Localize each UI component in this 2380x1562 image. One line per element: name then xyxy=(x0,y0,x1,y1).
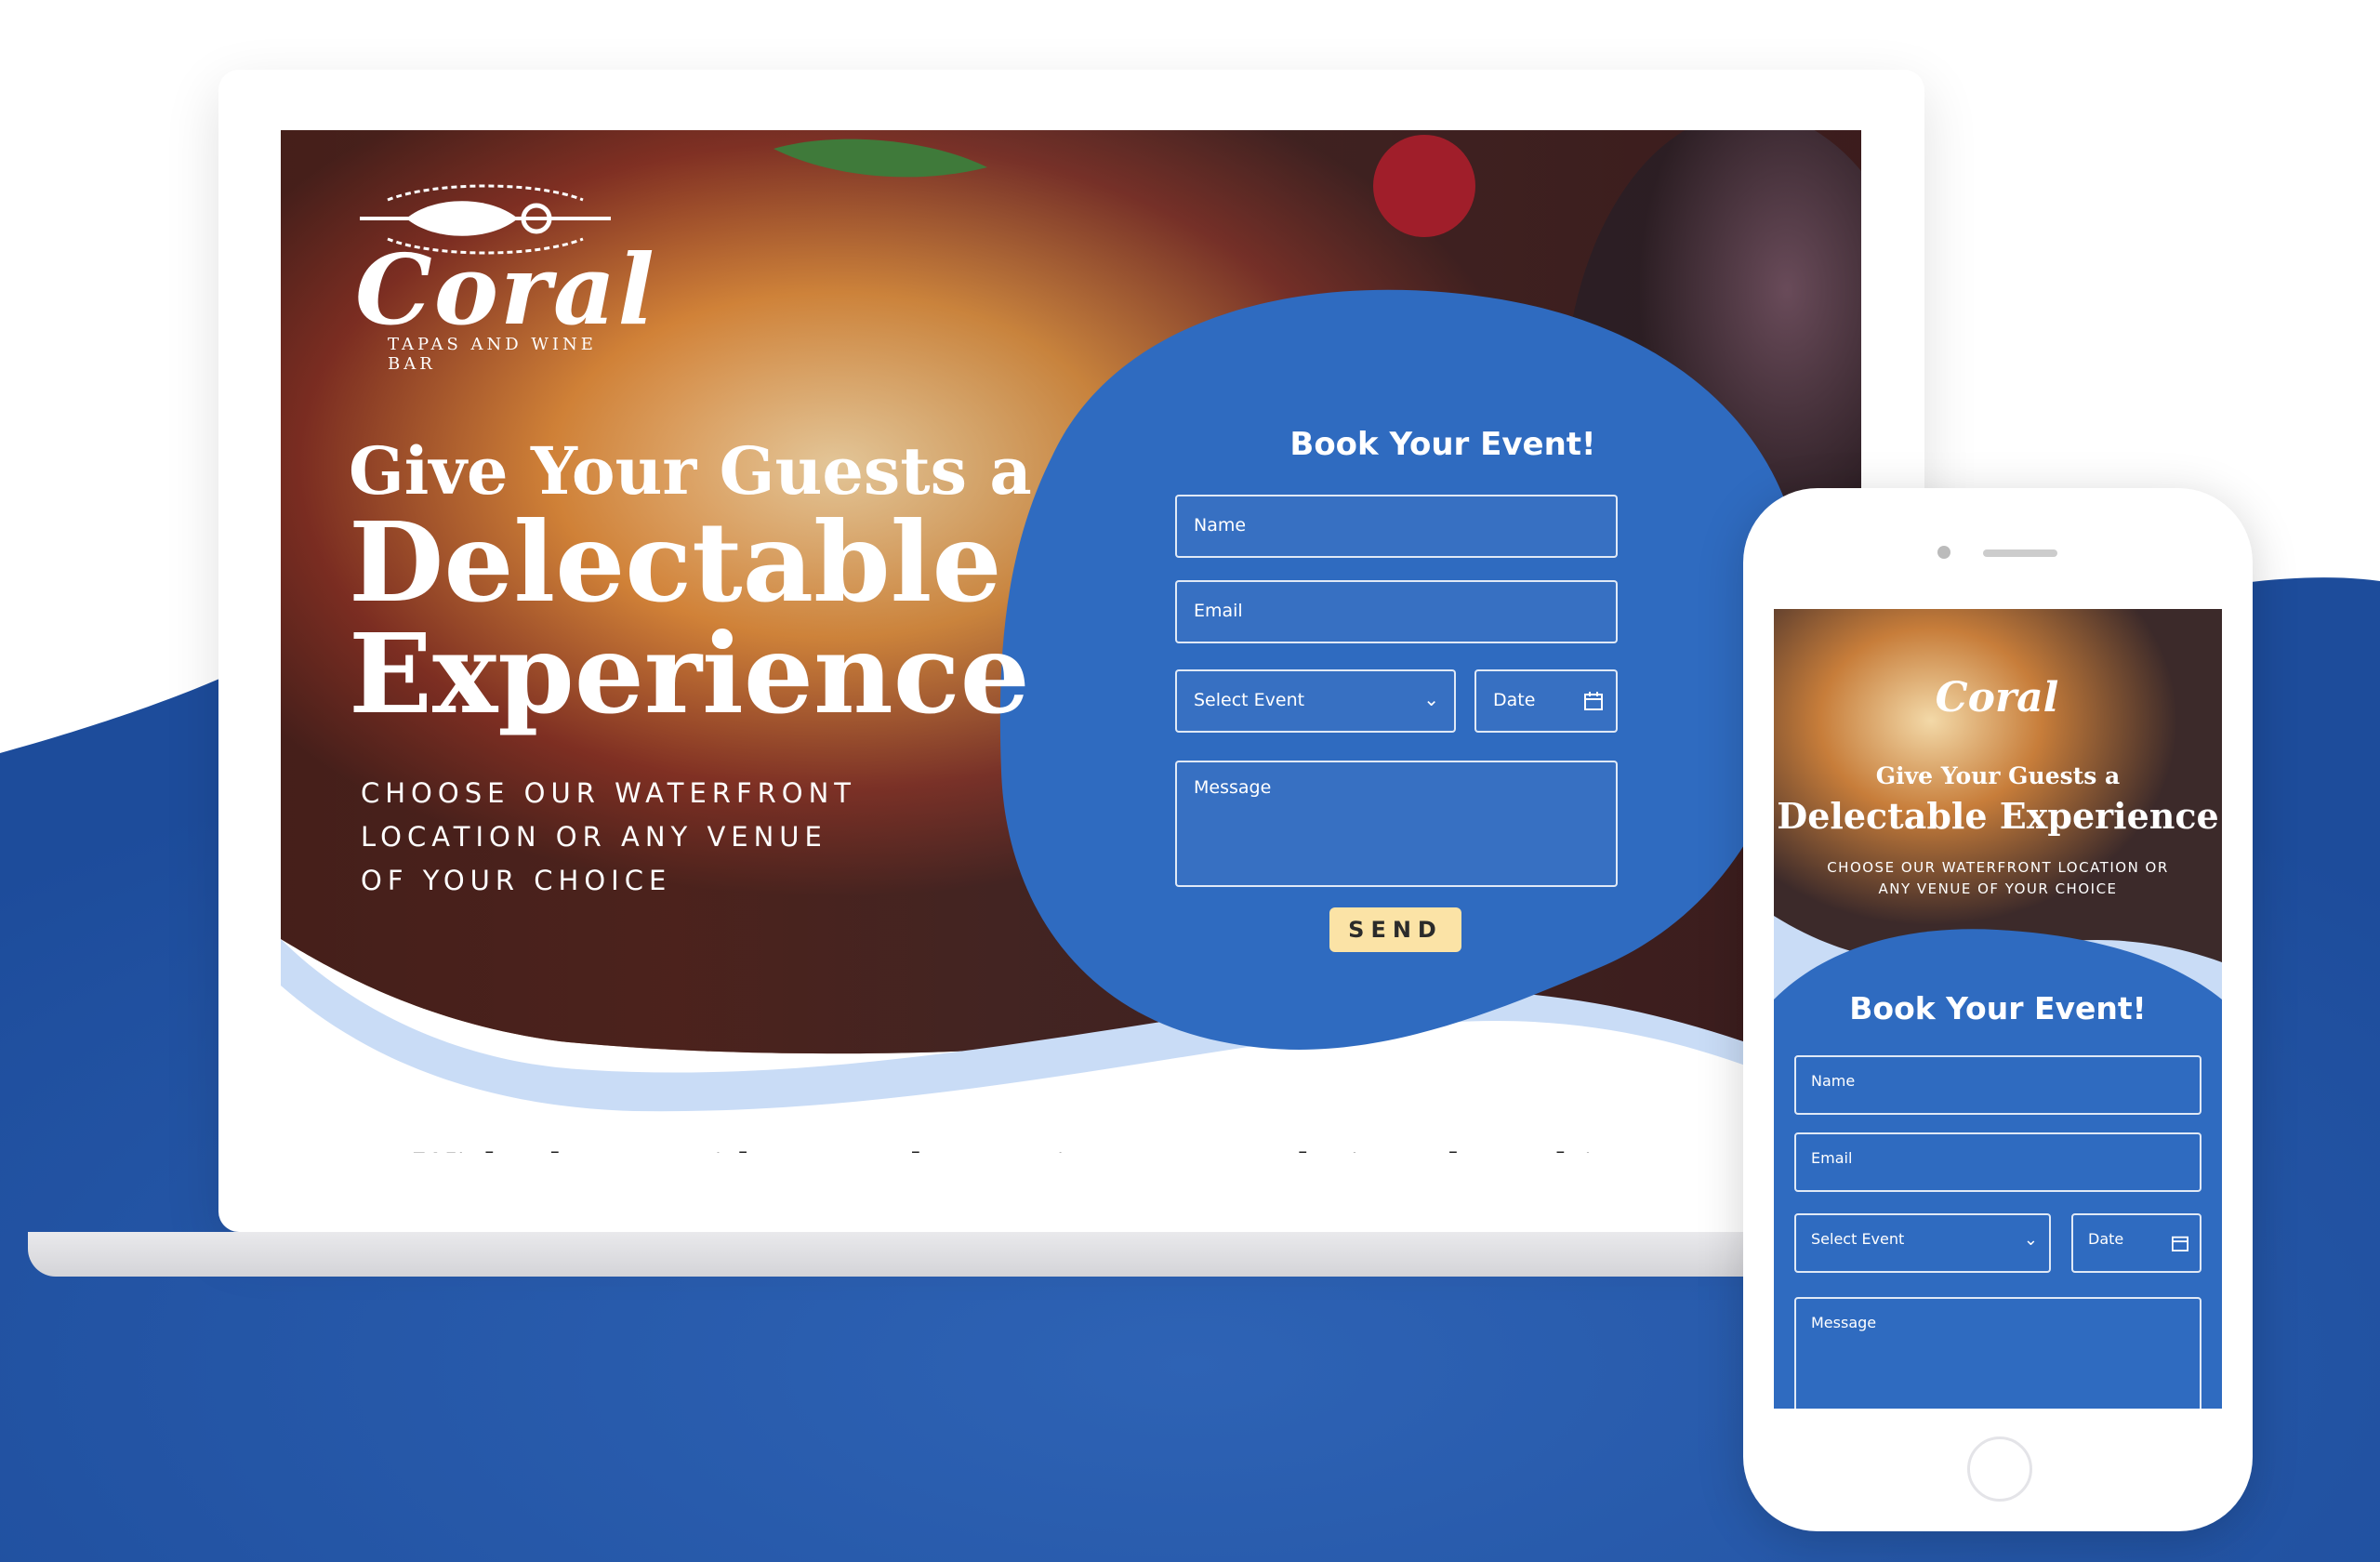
mobile-event-select-label: Select Event xyxy=(1811,1230,1905,1248)
intro-caption: With photos, videos, and experiences now… xyxy=(281,1145,1861,1153)
mobile-message-field[interactable]: Message xyxy=(1794,1297,2202,1409)
phone-screen: Coral Give Your Guests a Delectable Expe… xyxy=(1774,609,2222,1409)
chevron-down-icon: ⌄ xyxy=(1423,688,1439,710)
hero-headline-experience: Experience xyxy=(349,609,1030,739)
hero-tagline: CHOOSE OUR WATERFRONT LOCATION OR ANY VE… xyxy=(361,777,857,896)
mobile-event-select[interactable]: Select Event ⌄ xyxy=(1794,1213,2051,1273)
phone-home-button[interactable] xyxy=(1967,1436,2032,1502)
mobile-message-placeholder: Message xyxy=(1811,1314,1877,1331)
laptop-base xyxy=(28,1232,1841,1277)
mobile-name-placeholder: Name xyxy=(1811,1072,1856,1090)
name-field[interactable]: Name xyxy=(1175,495,1618,558)
mobile-email-placeholder: Email xyxy=(1811,1149,1853,1167)
mobile-date-placeholder: Date xyxy=(2088,1230,2124,1248)
date-field[interactable]: Date xyxy=(1474,669,1618,733)
mobile-tagline: CHOOSE OUR WATERFRONT LOCATION OR ANY VE… xyxy=(1827,859,2169,897)
mobile-email-field[interactable]: Email xyxy=(1794,1132,2202,1192)
date-placeholder: Date xyxy=(1493,690,1536,710)
hero-headline-delectable: Delectable xyxy=(349,497,1002,627)
calendar-icon xyxy=(1584,692,1603,710)
logo-wordmark: Coral xyxy=(355,232,656,347)
mobile-name-field[interactable]: Name xyxy=(1794,1055,2202,1115)
mobile-logo-wordmark: Coral xyxy=(1935,674,2059,721)
message-placeholder: Message xyxy=(1194,777,1272,798)
mobile-chevron-down-icon: ⌄ xyxy=(2023,1230,2038,1250)
event-select-label: Select Event xyxy=(1194,690,1305,710)
mobile-date-field[interactable]: Date xyxy=(2071,1213,2202,1273)
form-title: Book Your Event! xyxy=(1289,426,1596,463)
laptop-screen: Coral TAPAS AND WINE BAR Give Your Guest… xyxy=(281,130,1861,1153)
phone-speaker xyxy=(1983,549,2057,557)
logo-subtitle: TAPAS AND WINE BAR xyxy=(388,335,597,374)
email-placeholder: Email xyxy=(1194,601,1243,621)
coral-logo[interactable]: Coral TAPAS AND WINE BAR xyxy=(350,181,654,374)
mobile-headline-line2: Delectable Experience xyxy=(1777,795,2219,837)
message-field[interactable]: Message xyxy=(1175,761,1618,887)
mobile-form-title: Book Your Event! xyxy=(1849,990,2147,1026)
mobile-coral-logo[interactable]: Coral xyxy=(1932,646,2062,739)
event-select[interactable]: Select Event ⌄ xyxy=(1175,669,1456,733)
phone-camera xyxy=(1937,546,1950,559)
name-placeholder: Name xyxy=(1194,515,1247,536)
mobile-calendar-icon xyxy=(2172,1236,2188,1251)
email-field[interactable]: Email xyxy=(1175,580,1618,643)
mobile-headline-line1: Give Your Guests a xyxy=(1875,762,2121,789)
hero-headline-line2: Delectable Experience xyxy=(349,497,1030,739)
send-button[interactable]: SEND xyxy=(1329,907,1461,952)
